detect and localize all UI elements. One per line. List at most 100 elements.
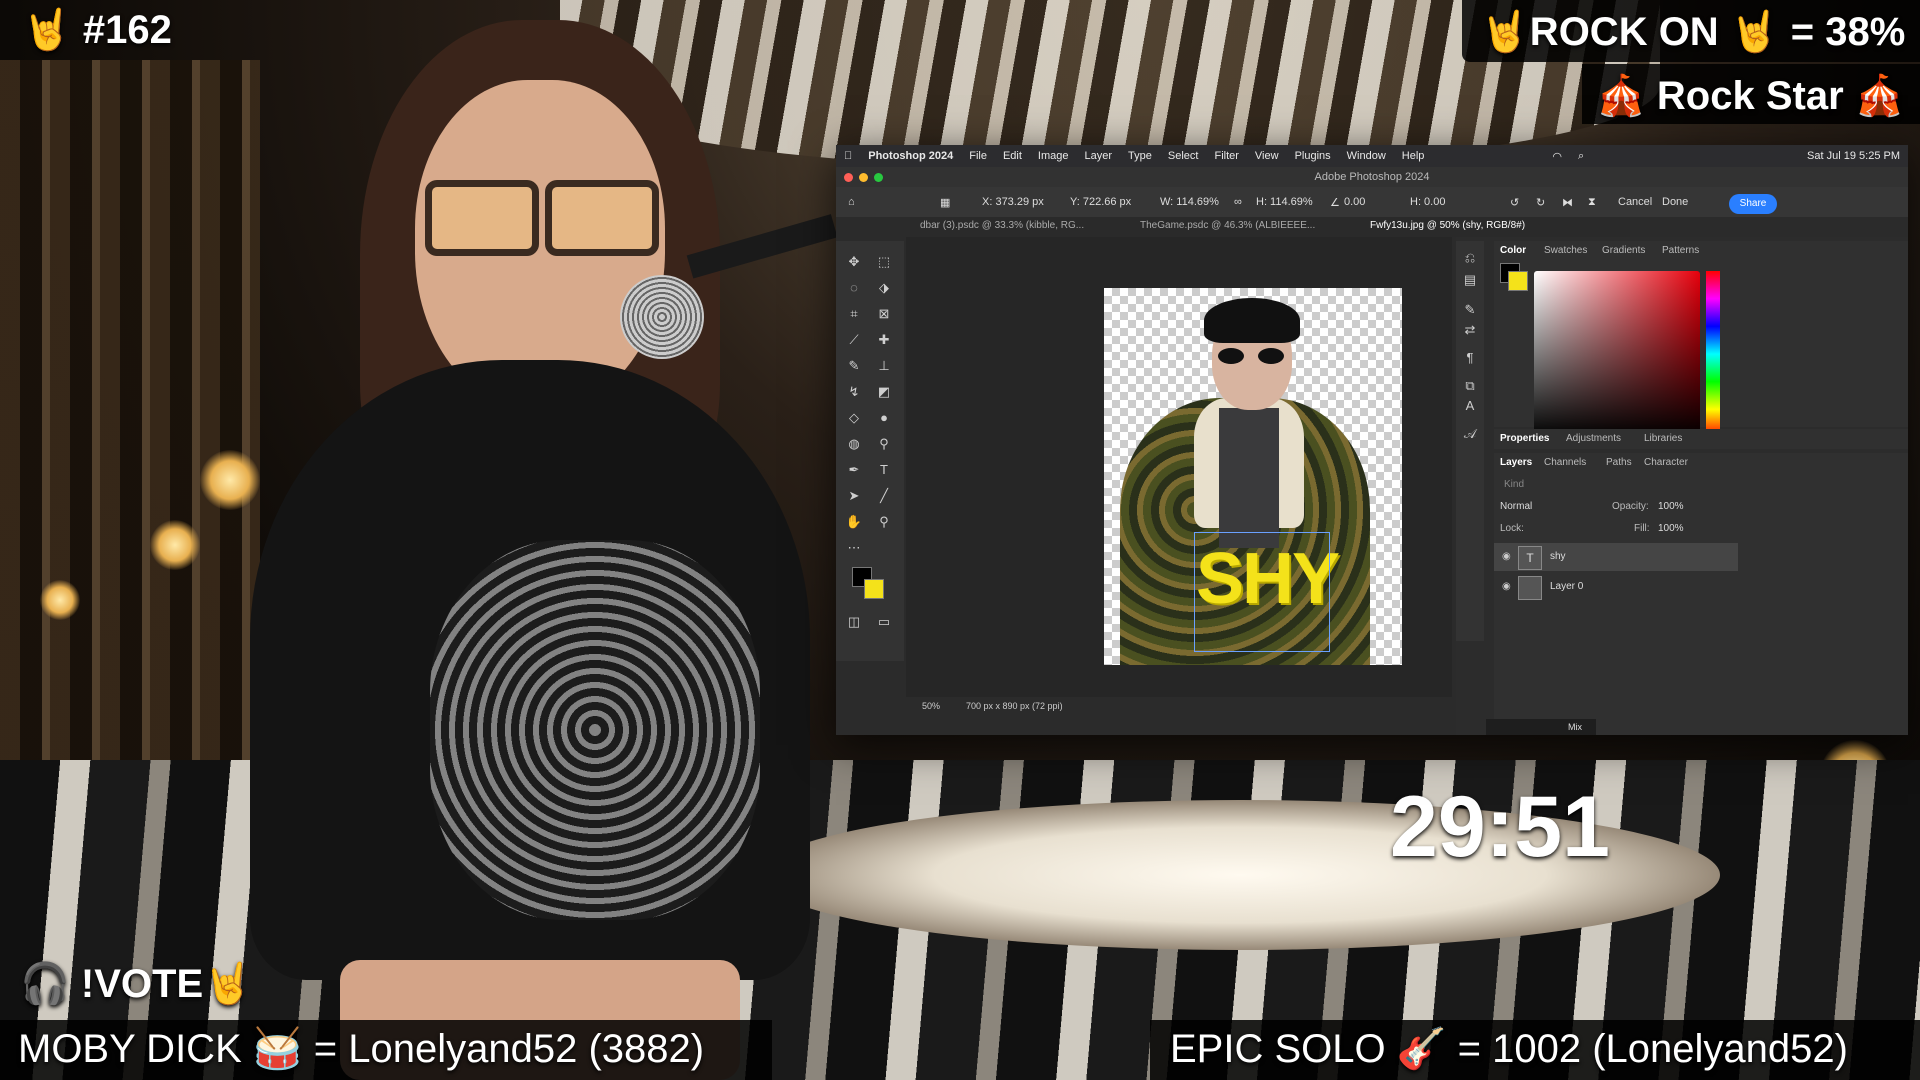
stamp-tool-icon[interactable]: ⊥ [874, 357, 894, 375]
history-panel-icon[interactable]: ⎌ [1460, 249, 1480, 267]
share-button[interactable]: Share [1729, 194, 1777, 214]
blur-tool-icon[interactable]: ● [874, 409, 894, 427]
w-field[interactable]: W: 114.69% [1160, 196, 1219, 208]
menu-plugins[interactable]: Plugins [1295, 150, 1331, 162]
link-icon[interactable]: ∞ [1234, 196, 1242, 208]
layer-name[interactable]: shy [1550, 551, 1566, 562]
layer-name[interactable]: Layer 0 [1550, 581, 1583, 592]
crop-tool-icon[interactable]: ⌗ [844, 305, 864, 323]
h-field[interactable]: H: 114.69% [1256, 196, 1313, 208]
zoom-button[interactable] [874, 173, 883, 182]
layer-filter-input[interactable]: Kind [1504, 479, 1524, 490]
menu-type[interactable]: Type [1128, 150, 1152, 162]
color-picker-field[interactable] [1534, 271, 1700, 437]
adjust-panel-icon[interactable]: ⇄ [1460, 321, 1480, 339]
paragraph-panel-icon[interactable]: ¶ [1460, 349, 1480, 367]
zoom-level[interactable]: 50% [922, 701, 940, 711]
character-panel-icon[interactable]: A [1460, 397, 1480, 415]
tab-color[interactable]: Color [1500, 245, 1526, 256]
eyedropper-tool-icon[interactable]: ⟋ [844, 331, 864, 349]
background-color-swatch[interactable] [864, 579, 884, 599]
cancel-button[interactable]: Cancel [1618, 196, 1652, 208]
menu-file[interactable]: File [969, 150, 987, 162]
menubar-clock[interactable]: Sat Jul 19 5:25 PM [1807, 150, 1900, 162]
brush-settings-icon[interactable]: ✎ [1460, 301, 1480, 319]
done-button[interactable]: Done [1662, 196, 1688, 208]
menu-layer[interactable]: Layer [1085, 150, 1113, 162]
tab-channels[interactable]: Channels [1544, 457, 1586, 468]
menu-app-name[interactable]: Photoshop 2024 [868, 150, 953, 162]
path-select-tool-icon[interactable]: ➤ [844, 487, 864, 505]
h-skew-field[interactable]: H: 0.00 [1410, 196, 1445, 208]
wifi-icon[interactable]: ◠ [1552, 150, 1562, 163]
layer-row-layer-0[interactable]: ◉ Layer 0 [1494, 573, 1738, 601]
hue-slider[interactable] [1706, 271, 1720, 437]
menu-window[interactable]: Window [1347, 150, 1386, 162]
angle-field[interactable]: 0.00 [1344, 196, 1365, 208]
redo-icon[interactable]: ↻ [1536, 196, 1545, 209]
close-button[interactable] [844, 173, 853, 182]
lasso-tool-icon[interactable]: ◌ [844, 279, 864, 297]
history-brush-tool-icon[interactable]: ↯ [844, 383, 864, 401]
quick-mask-icon[interactable]: ◫ [844, 613, 864, 631]
smudge-tool-icon[interactable]: ⚲ [874, 435, 894, 453]
minimize-button[interactable] [859, 173, 868, 182]
undo-icon[interactable]: ↺ [1510, 196, 1519, 209]
fill-value[interactable]: 100% [1658, 523, 1684, 534]
type-tool-icon[interactable]: T [874, 461, 894, 479]
tab-thegame[interactable]: TheGame.psdc @ 46.3% (ALBIEEEE... [1140, 220, 1315, 231]
more-tools-icon[interactable]: ⋯ [844, 539, 864, 557]
clone-source-icon[interactable]: ⧉ [1460, 377, 1480, 395]
tab-layers[interactable]: Layers [1500, 457, 1532, 468]
y-field[interactable]: Y: 722.66 px [1070, 196, 1131, 208]
hand-tool-icon[interactable]: ✋ [844, 513, 864, 531]
menu-help[interactable]: Help [1402, 150, 1425, 162]
search-icon[interactable]: ⌕ [1578, 150, 1584, 163]
home-icon[interactable]: ⌂ [848, 196, 855, 208]
tab-gradients[interactable]: Gradients [1602, 245, 1645, 256]
tab-properties[interactable]: Properties [1500, 433, 1549, 444]
x-field[interactable]: X: 373.29 px [982, 196, 1044, 208]
menu-image[interactable]: Image [1038, 150, 1069, 162]
brush-tool-icon[interactable]: ✎ [844, 357, 864, 375]
mix-label[interactable]: Mix [1568, 722, 1582, 732]
tab-patterns[interactable]: Patterns [1662, 245, 1699, 256]
zoom-tool-icon[interactable]: ⚲ [874, 513, 894, 531]
menu-filter[interactable]: Filter [1214, 150, 1238, 162]
document-canvas[interactable]: SHY [1104, 288, 1402, 665]
tab-swatches[interactable]: Swatches [1544, 245, 1587, 256]
transform-bounding-box[interactable] [1194, 532, 1330, 652]
visibility-eye-icon[interactable]: ◉ [1502, 581, 1511, 592]
eraser-tool-icon[interactable]: ◩ [874, 383, 894, 401]
tab-character[interactable]: Character [1644, 457, 1688, 468]
frame-tool-icon[interactable]: ⊠ [874, 305, 894, 323]
pen-tool-icon[interactable]: ✒ [844, 461, 864, 479]
blend-mode-select[interactable]: Normal [1500, 501, 1532, 512]
flip-icon[interactable]: ⧓ [1562, 196, 1573, 209]
move-tool-icon[interactable]: ✥ [844, 253, 864, 271]
paint-bucket-tool-icon[interactable]: ◇ [844, 409, 864, 427]
visibility-eye-icon[interactable]: ◉ [1502, 551, 1511, 562]
reference-point-icon[interactable]: ▦ [940, 196, 950, 209]
menu-view[interactable]: View [1255, 150, 1279, 162]
layer-row-shy[interactable]: ◉ T shy [1494, 543, 1738, 571]
apple-icon[interactable]:  [844, 150, 852, 162]
glyphs-panel-icon[interactable]: 𝒜 [1460, 425, 1480, 443]
tab-paths[interactable]: Paths [1606, 457, 1632, 468]
tab-fwfy13u[interactable]: Fwfy13u.jpg @ 50% (shy, RGB/8#) [1370, 220, 1525, 231]
line-tool-icon[interactable]: ╱ [874, 487, 894, 505]
panel-background-swatch[interactable] [1508, 271, 1528, 291]
menu-select[interactable]: Select [1168, 150, 1199, 162]
warp-icon[interactable]: ⧗ [1588, 196, 1596, 209]
dodge-tool-icon[interactable]: ◍ [844, 435, 864, 453]
tab-dbar[interactable]: dbar (3).psdc @ 33.3% (kibble, RG... [920, 220, 1084, 231]
tab-libraries[interactable]: Libraries [1644, 433, 1682, 444]
screen-mode-icon[interactable]: ▭ [874, 613, 894, 631]
marquee-tool-icon[interactable]: ⬚ [874, 253, 894, 271]
tab-adjustments[interactable]: Adjustments [1566, 433, 1621, 444]
object-select-tool-icon[interactable]: ⬗ [874, 279, 894, 297]
healing-tool-icon[interactable]: ✚ [874, 331, 894, 349]
opacity-value[interactable]: 100% [1658, 501, 1684, 512]
comments-panel-icon[interactable]: ▤ [1460, 271, 1480, 289]
menu-edit[interactable]: Edit [1003, 150, 1022, 162]
